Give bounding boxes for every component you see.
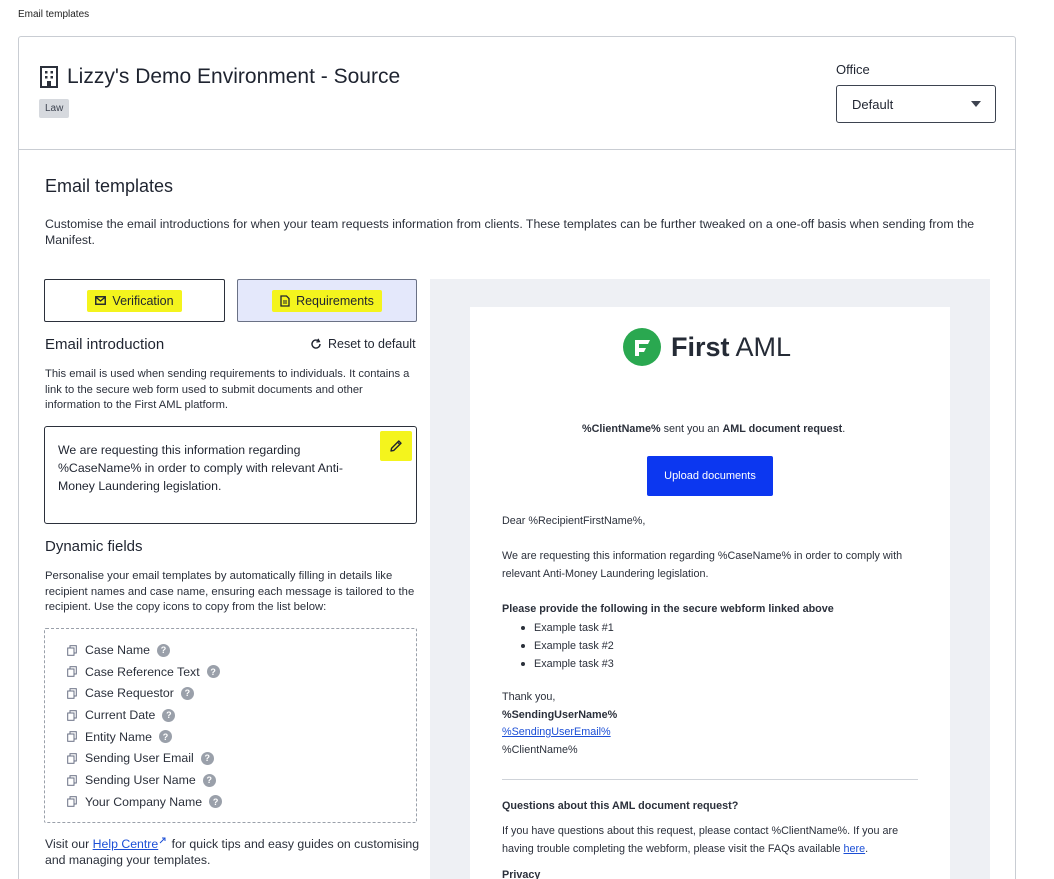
dynamic-field-label: Sending User Email xyxy=(85,751,194,765)
help-icon[interactable]: ? xyxy=(158,730,172,743)
upload-documents-button[interactable]: Upload documents xyxy=(647,456,773,496)
pencil-icon xyxy=(390,440,402,452)
greeting: Dear %RecipientFirstName%, xyxy=(502,515,646,527)
client-name: %ClientName% xyxy=(502,744,578,756)
copy-icon[interactable] xyxy=(67,666,77,677)
tab-verification-label: Verification xyxy=(112,293,174,308)
help-icon[interactable]: ? xyxy=(206,665,220,678)
copy-icon[interactable] xyxy=(67,774,77,786)
envelope-icon xyxy=(95,296,107,305)
dynamic-field-label: Sending User Name xyxy=(85,773,196,787)
email-introduction-text-content: We are requesting this information regar… xyxy=(58,443,343,493)
dynamic-fields-description: Personalise your email templates by auto… xyxy=(45,570,415,613)
body-line-2: relevant Anti-Money Laundering legislati… xyxy=(502,568,709,580)
environment-name: Lizzy's Demo Environment - Source xyxy=(67,65,401,88)
sender-email-link[interactable]: %SendingUserEmail% xyxy=(502,726,611,738)
dynamic-field-case-reference-text[interactable]: Case Reference Text ? xyxy=(67,665,220,679)
help-icon[interactable]: ? xyxy=(202,773,216,787)
privacy-heading: Privacy xyxy=(502,869,541,879)
help-prefix: Visit our xyxy=(45,837,93,851)
questions-line-1: If you have questions about this request… xyxy=(502,825,899,837)
divider xyxy=(502,779,918,780)
copy-icon[interactable] xyxy=(67,731,77,742)
environment-header: Lizzy's Demo Environment - Source Law Of… xyxy=(19,37,1015,150)
help-icon[interactable]: ? xyxy=(162,708,176,722)
first-aml-logo-icon xyxy=(623,328,661,366)
dynamic-field-label: Case Reference Text xyxy=(85,664,200,679)
first-aml-logo: First AML xyxy=(623,328,791,366)
dynamic-field-label: Current Date xyxy=(85,708,156,722)
dynamic-fields-title: Dynamic fields xyxy=(45,538,143,555)
provide-heading: Please provide the following in the secu… xyxy=(502,603,834,615)
help-centre-note: Visit our Help Centre for quick tips and… xyxy=(45,836,420,868)
office-label: Office xyxy=(836,62,870,77)
tab-verification[interactable]: Verification xyxy=(44,279,225,322)
request-line: %ClientName% sent you an AML document re… xyxy=(582,423,846,435)
dynamic-field-label: Case Requestor xyxy=(85,686,174,700)
copy-icon[interactable] xyxy=(67,709,77,721)
tab-verification-highlight: Verification xyxy=(87,289,182,312)
dynamic-field-case-name[interactable]: Case Name ? xyxy=(67,643,170,657)
reset-to-default-button[interactable]: Reset to default xyxy=(310,337,416,351)
questions-heading: Questions about this AML document reques… xyxy=(502,800,739,812)
dynamic-fields-list: Case Name ? Case Reference Text ? Case R… xyxy=(44,628,417,823)
email-preview xyxy=(470,307,950,879)
dynamic-field-sending-user-email[interactable]: Sending User Email ? xyxy=(67,751,214,765)
email-introduction-text[interactable]: We are requesting this information regar… xyxy=(44,426,417,524)
email-introduction-description: This email is used when sending requirem… xyxy=(45,368,410,411)
help-icon[interactable]: ? xyxy=(180,686,194,700)
office-select[interactable]: Default xyxy=(836,85,996,123)
dynamic-field-your-company-name[interactable]: Your Company Name ? xyxy=(67,794,223,809)
section-description: Customise the email introductions for wh… xyxy=(45,217,975,247)
building-icon xyxy=(40,66,58,88)
dynamic-field-current-date[interactable]: Current Date ? xyxy=(67,708,176,722)
external-link-icon xyxy=(159,837,166,844)
office-select-value: Default xyxy=(852,96,894,112)
help-icon[interactable]: ? xyxy=(156,643,170,657)
section-title: Email templates xyxy=(45,176,174,196)
document-icon xyxy=(280,294,290,307)
task-item: Example task #1 xyxy=(521,619,614,637)
tab-requirements-highlight: Requirements xyxy=(272,289,382,312)
help-centre-link[interactable]: Help Centre xyxy=(93,837,159,851)
sender-name: %SendingUserName% xyxy=(502,709,618,721)
thanks: Thank you, xyxy=(502,691,556,703)
breadcrumb: Email templates xyxy=(18,9,90,20)
dynamic-field-entity-name[interactable]: Entity Name ? xyxy=(67,730,172,744)
copy-icon[interactable] xyxy=(67,752,77,764)
task-list: Example task #1 Example task #2 Example … xyxy=(521,619,614,673)
industry-badge: Law xyxy=(39,99,70,118)
task-item: Example task #2 xyxy=(521,637,614,655)
brand-name: First AML xyxy=(671,331,792,362)
caret-down-icon xyxy=(971,101,981,107)
email-introduction-title: Email introduction xyxy=(45,336,165,353)
copy-icon[interactable] xyxy=(67,644,77,656)
dynamic-field-case-requestor[interactable]: Case Requestor ? xyxy=(67,686,194,700)
body-line-1: We are requesting this information regar… xyxy=(502,550,903,562)
environment-title: Lizzy's Demo Environment - Source xyxy=(39,65,400,89)
task-item: Example task #3 xyxy=(521,655,614,673)
reset-label: Reset to default xyxy=(328,337,416,351)
dynamic-field-label: Entity Name xyxy=(85,729,152,744)
copy-icon[interactable] xyxy=(67,687,77,699)
faq-link[interactable]: here xyxy=(843,843,865,855)
copy-icon[interactable] xyxy=(67,796,77,807)
edit-button[interactable] xyxy=(380,431,412,461)
dynamic-field-sending-user-name[interactable]: Sending User Name ? xyxy=(67,773,216,787)
dynamic-field-label: Case Name xyxy=(85,643,150,657)
tab-requirements[interactable]: Requirements xyxy=(237,279,417,322)
questions-line-2: having trouble completing the webform, p… xyxy=(502,843,869,855)
reset-icon xyxy=(311,338,321,349)
help-icon[interactable]: ? xyxy=(209,795,223,808)
dynamic-field-label: Your Company Name xyxy=(85,794,203,809)
tab-requirements-label: Requirements xyxy=(296,293,374,308)
help-icon[interactable]: ? xyxy=(200,751,214,765)
